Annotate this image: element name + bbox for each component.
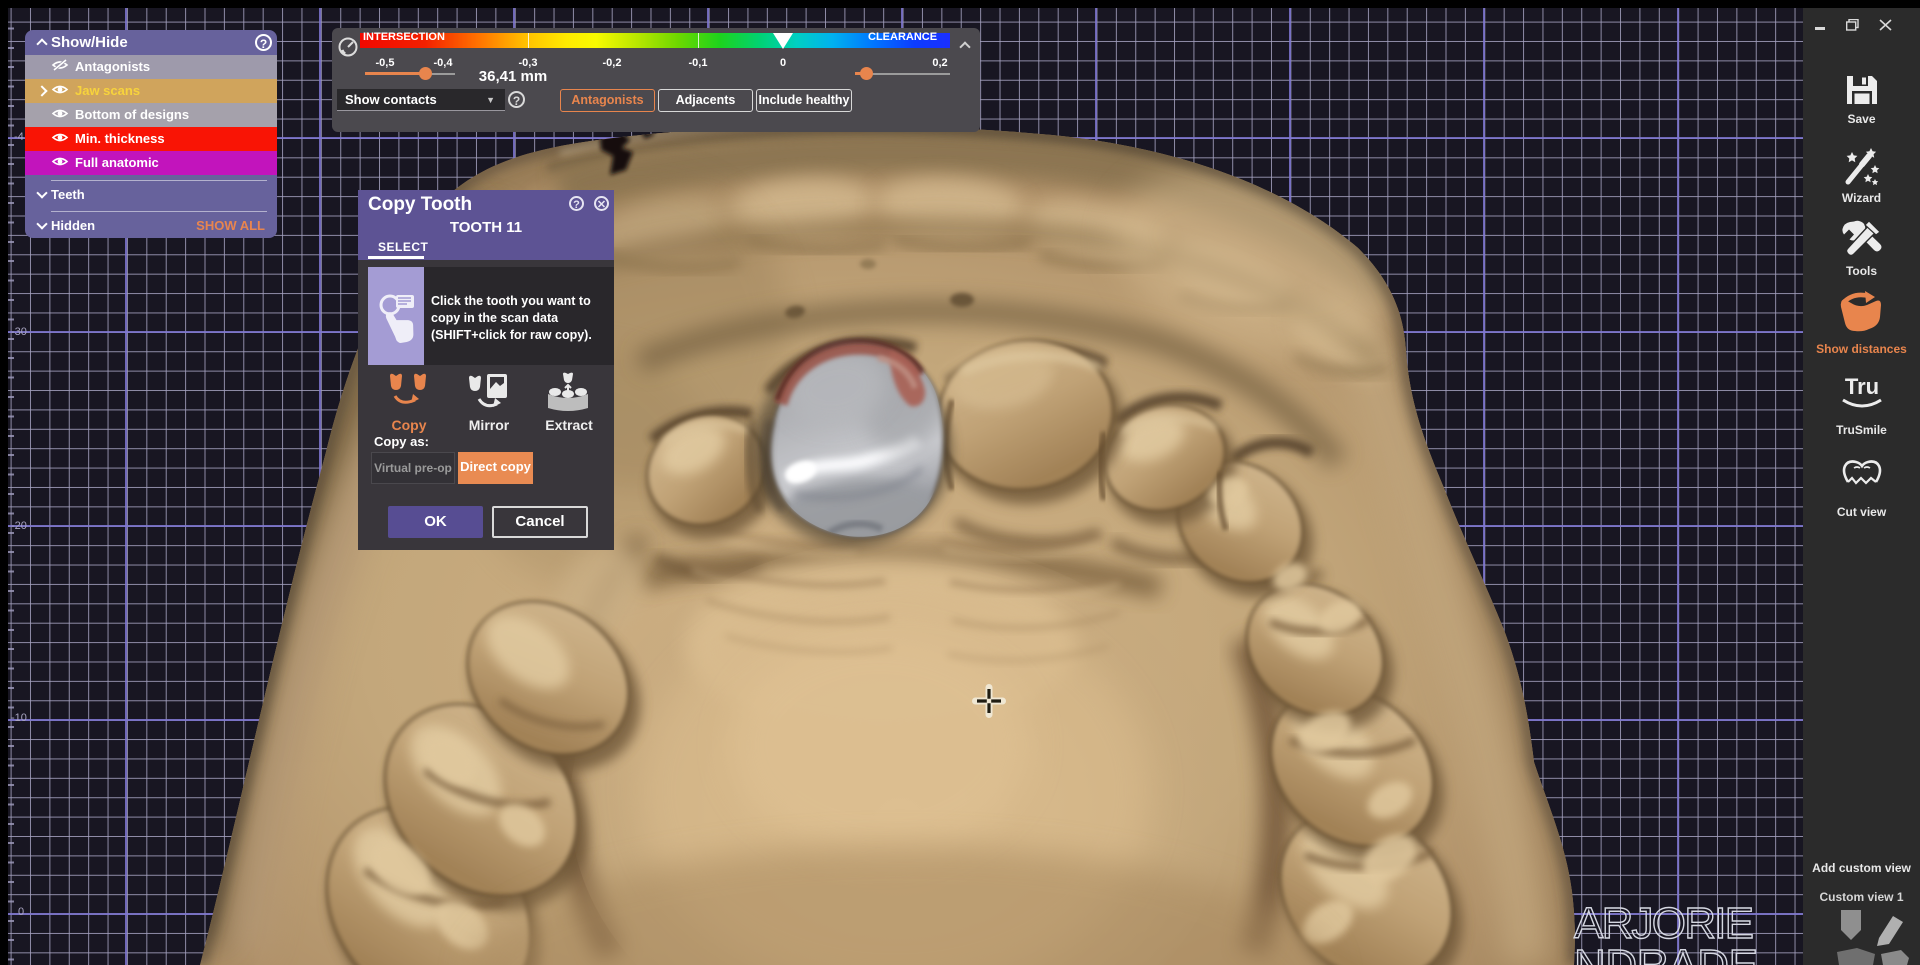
svg-text:Tru: Tru [1844, 374, 1878, 399]
svg-text:NDRADE: NDRADE [1574, 941, 1760, 965]
